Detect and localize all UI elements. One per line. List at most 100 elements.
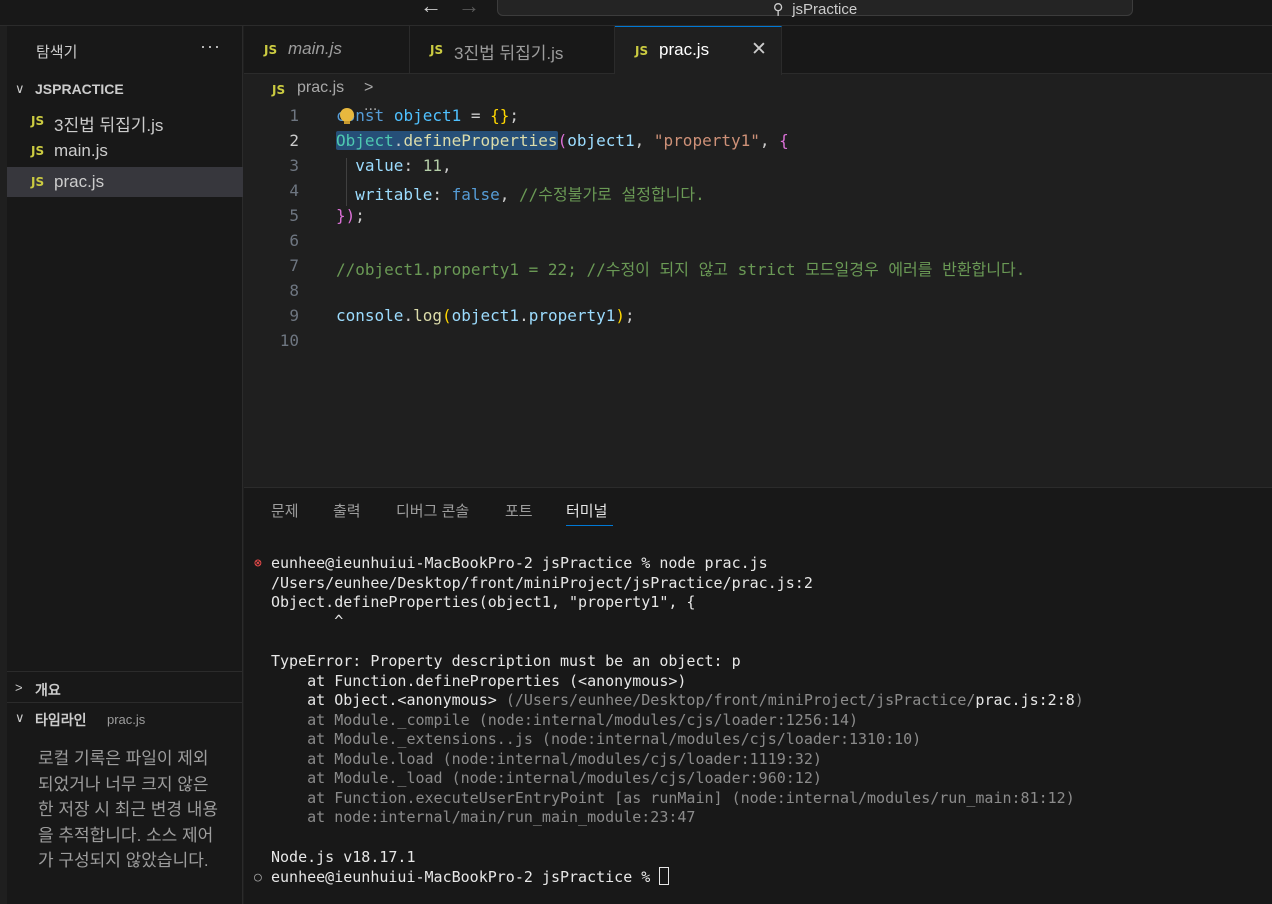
- line-content: const object1 = {};: [336, 106, 519, 125]
- token: :: [432, 185, 452, 204]
- code-line: 9 console.log(object1.property1);: [244, 306, 1272, 331]
- line-content: writable: false, //수정불가로 설정합니다.: [336, 181, 705, 205]
- token: {: [779, 131, 789, 150]
- code-line: 2 Object.defineProperties(object1, "prop…: [244, 131, 1272, 156]
- terminal-line: /Users/eunhee/Desktop/front/miniProject/…: [271, 574, 813, 592]
- code-line: 7 //object1.property1 = 22; //수정이 되지 않고 …: [244, 256, 1272, 281]
- token: false: [451, 185, 500, 204]
- error-marker-icon: ⊗: [254, 556, 262, 571]
- token: ,: [499, 185, 520, 204]
- terminal-line: at Module._load (node:internal/modules/c…: [271, 769, 822, 787]
- code-line: 10: [244, 331, 1272, 356]
- token: 11: [422, 156, 442, 175]
- js-file-icon: JS: [31, 175, 45, 189]
- line-number: 4: [289, 181, 299, 200]
- token: value: [336, 156, 404, 175]
- token: :: [403, 156, 423, 175]
- chevron-right-icon: >: [15, 680, 23, 695]
- chevron-down-icon: ∨: [15, 710, 25, 725]
- line-number: 5: [289, 206, 299, 225]
- js-file-icon: JS: [272, 83, 286, 97]
- token: =: [461, 106, 491, 125]
- stack-path-file[interactable]: prac.js:2:8: [975, 691, 1074, 709]
- token: object1: [567, 131, 635, 150]
- line-content: value: 11,: [336, 156, 452, 175]
- tab-label: main.js: [288, 39, 342, 58]
- tab-debug-console[interactable]: 디버그 콘솔: [396, 500, 469, 521]
- tab-output[interactable]: 출력: [333, 500, 361, 521]
- token: object1: [393, 106, 462, 125]
- token: .: [519, 306, 529, 325]
- search-icon: ⚲: [772, 1, 784, 18]
- line-number: 6: [289, 231, 299, 250]
- terminal-line: at node:internal/main/run_main_module:23…: [271, 808, 696, 826]
- terminal-line: Object.defineProperties(object1, "proper…: [271, 593, 696, 611]
- file-label: prac.js: [54, 172, 105, 191]
- tab-main-js[interactable]: JS main.js: [244, 26, 410, 74]
- tab-prac-js[interactable]: JS prac.js ✕: [615, 26, 782, 75]
- code-line: 1 const object1 = {};: [244, 106, 1272, 131]
- code-editor[interactable]: 1 const object1 = {}; 2 Object.definePro…: [244, 104, 1272, 486]
- token: ;: [509, 106, 520, 125]
- tab-terminal[interactable]: 터미널: [566, 500, 607, 521]
- explorer-header: 탐색기 ···: [7, 26, 243, 74]
- token: writable: [336, 185, 433, 204]
- active-tab-indicator: [566, 525, 613, 526]
- token: ,: [441, 156, 452, 175]
- timeline-label: 타임라인: [35, 712, 87, 728]
- token: ): [345, 206, 356, 225]
- token: {}: [490, 106, 510, 125]
- token: ,: [759, 131, 780, 150]
- token: ): [615, 306, 626, 325]
- terminal-line: TypeError: Property description must be …: [271, 652, 741, 670]
- back-arrow-icon[interactable]: ←: [420, 0, 442, 19]
- command-center-search[interactable]: ⚲ jsPractice: [497, 0, 1133, 18]
- file-item-prac[interactable]: JS prac.js: [7, 167, 243, 197]
- code-line: 3 value: 11,: [244, 156, 1272, 181]
- line-number: 2: [289, 131, 299, 150]
- terminal-cursor: [659, 867, 670, 885]
- folder-jspractice[interactable]: ∨ JSPRACTICE: [7, 76, 243, 102]
- code-line: 8: [244, 281, 1272, 306]
- token: (: [557, 131, 568, 150]
- terminal-line: at Function.executeUserEntryPoint [as ru…: [271, 789, 1075, 807]
- explorer-title: 탐색기: [36, 44, 78, 61]
- title-bar: ← → ⚲ jsPractice: [0, 0, 1272, 26]
- token: property1: [528, 306, 616, 325]
- bottom-panel: 문제 출력 디버그 콘솔 포트 터미널 ⊗ eunhee@ieunhuiui-M…: [244, 487, 1272, 904]
- lightbulb-icon[interactable]: [340, 108, 354, 124]
- more-actions-icon[interactable]: ···: [200, 36, 221, 57]
- code-line: 5 });: [244, 206, 1272, 231]
- file-label: main.js: [54, 141, 108, 160]
- tab-problems[interactable]: 문제: [271, 500, 299, 521]
- line-content: });: [336, 206, 365, 225]
- line-number: 9: [289, 306, 299, 325]
- file-item-3jinbeop[interactable]: JS 3진법 뒤집기.js: [7, 106, 243, 136]
- token: //수정불가로 설정합니다.: [519, 185, 705, 204]
- outline-label: 개요: [35, 682, 61, 698]
- line-number: 10: [279, 331, 299, 350]
- tab-ports[interactable]: 포트: [505, 500, 533, 521]
- prompt-marker-icon: ○: [254, 870, 262, 885]
- forward-arrow-icon[interactable]: →: [458, 0, 480, 19]
- explorer-sidebar: 탐색기 ··· ∨ JSPRACTICE JS 3진법 뒤집기.js JS ma…: [7, 26, 243, 904]
- stack-frame: at Object.<anonymous>: [271, 691, 506, 709]
- file-item-main[interactable]: JS main.js: [7, 136, 243, 166]
- timeline-section[interactable]: ∨ 타임라인 prac.js: [7, 702, 243, 732]
- close-icon[interactable]: ✕: [751, 38, 767, 61]
- search-text: jsPractice: [792, 1, 858, 18]
- chevron-down-icon: ∨: [15, 81, 25, 96]
- terminal-line: at Function.defineProperties (<anonymous…: [271, 672, 687, 690]
- outline-section[interactable]: > 개요: [7, 671, 243, 701]
- tab-3jinbeop-js[interactable]: JS 3진법 뒤집기.js: [410, 26, 615, 74]
- terminal-prompt-line[interactable]: eunhee@ieunhuiui-MacBookPro-2 jsPractice…: [271, 867, 670, 887]
- terminal-line: at Module.load (node:internal/modules/cj…: [271, 750, 822, 768]
- breadcrumb-file[interactable]: prac.js: [297, 79, 344, 97]
- js-file-icon: JS: [635, 44, 649, 58]
- token: log: [413, 306, 442, 325]
- terminal-line: eunhee@ieunhuiui-MacBookPro-2 jsPractice…: [271, 554, 768, 572]
- line-content: console.log(object1.property1);: [336, 306, 635, 325]
- line-number: 1: [289, 106, 299, 125]
- stack-path: (/Users/eunhee/Desktop/front/miniProject…: [505, 691, 976, 709]
